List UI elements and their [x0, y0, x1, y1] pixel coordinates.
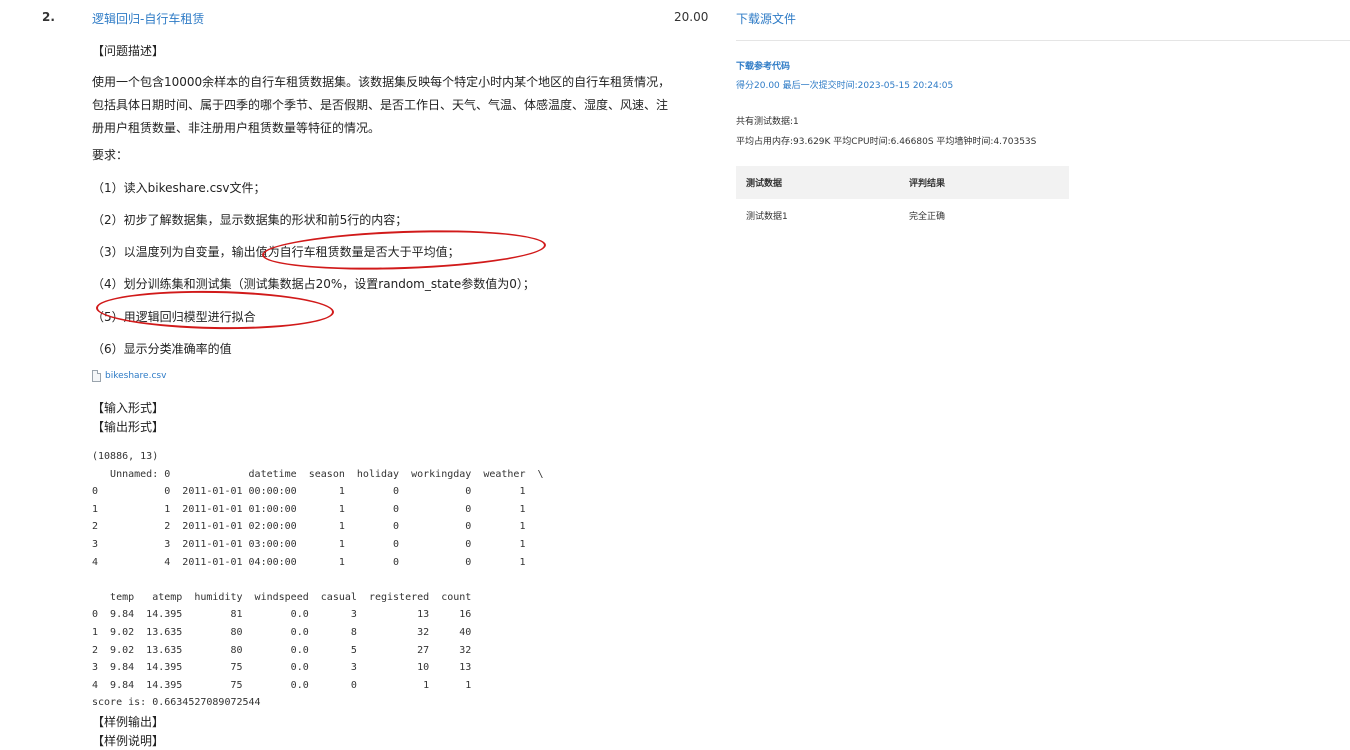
- file-icon: [92, 370, 101, 382]
- table-row: 测试数据1 完全正确: [736, 199, 1069, 232]
- cell-test-name: 测试数据1: [746, 212, 788, 222]
- output-format-header: 【输出形式】: [92, 420, 165, 434]
- requirement-item-2: （2）初步了解数据集，显示数据集的形状和前5行的内容；: [92, 213, 408, 227]
- question-title-link[interactable]: 逻辑回归-自行车租赁: [92, 10, 204, 27]
- question-number: 2.: [42, 10, 55, 24]
- problem-description-text: 使用一个包含10000余样本的自行车租赁数据集。该数据集反映每个特定小时内某个地…: [92, 75, 671, 135]
- output-sample-text: (10886, 13) Unnamed: 0 datetime season h…: [92, 451, 544, 709]
- header-test-data: 测试数据: [746, 179, 783, 189]
- requirements-label: 要求：: [92, 148, 129, 162]
- download-reference-code-link[interactable]: 下载参考代码: [736, 59, 790, 72]
- results-table: 测试数据 评判结果 测试数据1 完全正确: [736, 166, 1069, 232]
- requirement-item-4: （4）划分训练集和测试集（测试集数据占20%，设置random_state参数值…: [92, 277, 535, 291]
- average-stats: 平均占用内存:93.629K 平均CPU时间:6.46680S 平均墙钟时间:4…: [736, 137, 1037, 147]
- attachment-link[interactable]: bikeshare.csv: [92, 370, 166, 382]
- problem-description-header: 【问题描述】: [92, 44, 165, 58]
- divider: [736, 40, 1350, 41]
- question-score: 20.00: [674, 10, 709, 24]
- cell-result: 完全正确: [909, 212, 946, 222]
- sample-output-header: 【样例输出】: [92, 715, 165, 729]
- requirement-item-3: （3）以温度列为自变量，输出值为自行车租赁数量是否大于平均值；: [92, 245, 460, 259]
- header-judge-result: 评判结果: [909, 179, 946, 189]
- sample-description-header: 【样例说明】: [92, 734, 165, 748]
- input-format-header: 【输入形式】: [92, 401, 165, 415]
- requirement-item-5: （5）用逻辑回归模型进行拟合: [92, 310, 256, 324]
- requirement-item-6: （6）显示分类准确率的值: [92, 342, 232, 356]
- score-submit-time: 得分20.00 最后一次提交时间:2023-05-15 20:24:05: [736, 81, 954, 91]
- requirement-item-1: （1）读入bikeshare.csv文件；: [92, 181, 266, 195]
- attachment-filename: bikeshare.csv: [105, 371, 167, 381]
- download-source-link[interactable]: 下载源文件: [736, 10, 796, 27]
- results-table-header: 测试数据 评判结果: [736, 166, 1069, 199]
- test-data-count: 共有测试数据:1: [736, 117, 799, 127]
